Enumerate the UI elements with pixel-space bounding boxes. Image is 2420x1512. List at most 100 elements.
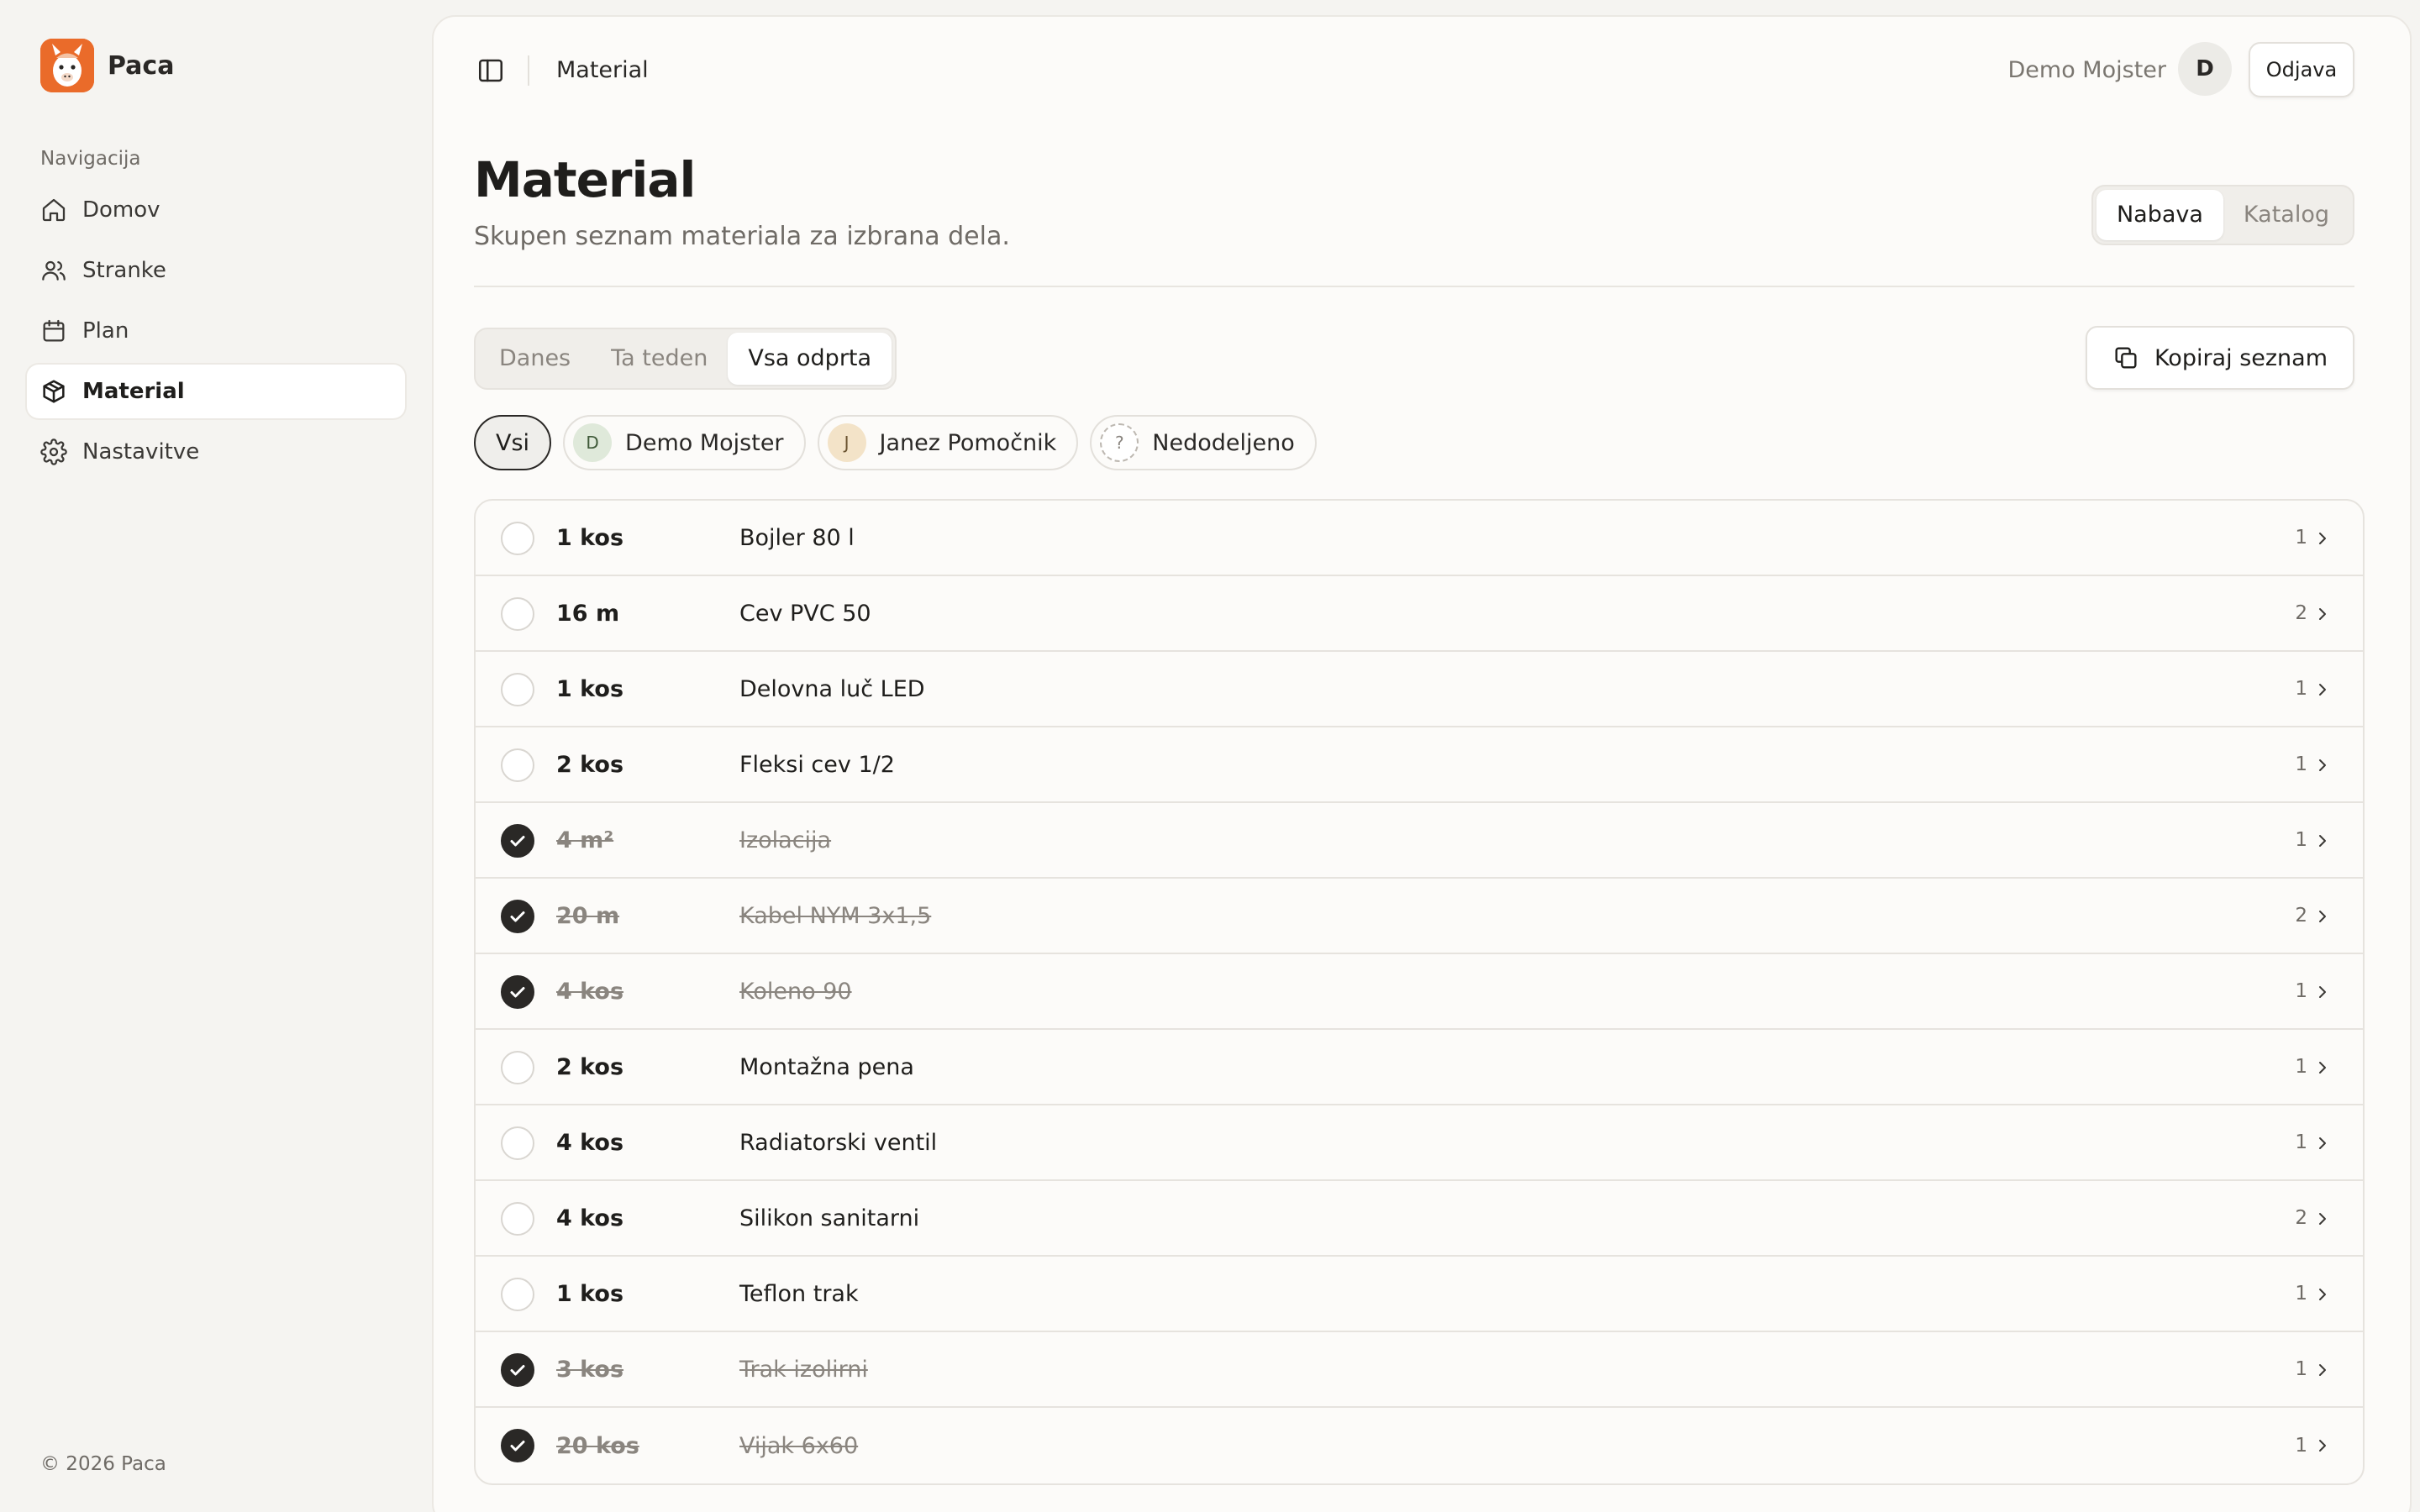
chip-avatar: ?	[1100, 423, 1139, 462]
sidebar-item-domov[interactable]: Domov	[27, 183, 405, 237]
list-item[interactable]: 20 m Kabel NYM 3x1,5 2	[476, 879, 2363, 954]
chevron-right-icon	[2319, 533, 2326, 544]
chip-avatar: J	[827, 423, 866, 462]
brand-name: Paca	[108, 50, 175, 81]
item-job-count: 1	[2295, 980, 2307, 1002]
package-icon	[43, 380, 65, 403]
avatar[interactable]: D	[2178, 42, 2232, 96]
list-item[interactable]: 4 kos Koleno 90 1	[476, 954, 2363, 1030]
list-item[interactable]: 20 kos Vijak 6x60 1	[476, 1408, 2363, 1483]
item-quantity: 20 kos	[556, 1432, 639, 1459]
copy-list-button[interactable]: Kopiraj seznam	[2085, 326, 2354, 390]
brand[interactable]: Paca	[40, 39, 174, 92]
list-item[interactable]: 3 kos Trak izolirni 1	[476, 1332, 2363, 1408]
chip-avatar: D	[573, 423, 613, 462]
item-checkbox[interactable]	[501, 1202, 534, 1236]
chevron-right-icon	[2319, 1364, 2326, 1376]
item-checkbox[interactable]	[501, 1051, 534, 1084]
material-list: 1 kos Bojler 80 l 1 16 m Cev PVC 50 2 1 kos Del…	[474, 499, 2365, 1485]
list-item[interactable]: 16 m Cev PVC 50 2	[476, 576, 2363, 652]
sidebar-toggle-icon[interactable]	[476, 55, 506, 86]
item-checkbox[interactable]	[501, 597, 534, 631]
chevron-right-icon	[2319, 986, 2326, 998]
logout-button[interactable]: Odjava	[2249, 42, 2354, 97]
list-item[interactable]: 1 kos Bojler 80 l 1	[476, 501, 2363, 576]
item-job-count: 1	[2295, 527, 2307, 549]
llama-logo-icon	[40, 39, 94, 92]
item-job-count: 2	[2295, 1207, 2307, 1229]
chevron-right-icon	[2319, 1062, 2326, 1074]
tab-ta-teden[interactable]: Ta teden	[591, 333, 728, 385]
item-quantity: 4 kos	[556, 1205, 624, 1231]
tab-nabava[interactable]: Nabava	[2096, 190, 2223, 240]
chevron-right-icon	[2319, 608, 2326, 620]
chevron-right-icon	[2319, 911, 2326, 922]
list-item[interactable]: 4 m² Izolacija 1	[476, 803, 2363, 879]
tab-katalog[interactable]: Katalog	[2223, 190, 2349, 240]
check-icon	[510, 987, 525, 998]
list-item[interactable]: 2 kos Fleksi cev 1/2 1	[476, 727, 2363, 803]
chip-demo-mojster[interactable]: D Demo Mojster	[563, 415, 806, 470]
chip-label: Nedodeljeno	[1152, 429, 1295, 456]
item-checkbox[interactable]	[501, 1126, 534, 1160]
item-job-count: 1	[2295, 1056, 2307, 1078]
chip-janez-pomocnik[interactable]: J Janez Pomočnik	[817, 415, 1079, 470]
list-item[interactable]: 1 kos Teflon trak 1	[476, 1257, 2363, 1332]
home-icon	[42, 198, 66, 222]
chevron-right-icon	[2319, 835, 2326, 847]
item-checkbox[interactable]	[501, 824, 534, 858]
item-job-count: 1	[2295, 1283, 2307, 1305]
item-checkbox[interactable]	[501, 900, 534, 933]
sidebar-item-label: Stranke	[82, 258, 166, 283]
list-item[interactable]: 4 kos Silikon sanitarni 2	[476, 1181, 2363, 1257]
sidebar: Paca Navigacija Domov Stranke Plan Mater…	[0, 0, 429, 1512]
item-checkbox[interactable]	[501, 1429, 534, 1462]
sidebar-item-plan[interactable]: Plan	[27, 304, 405, 358]
item-checkbox[interactable]	[501, 748, 534, 782]
item-name: Montažna pena	[739, 1053, 914, 1080]
page-title: Material	[474, 151, 696, 208]
check-icon	[510, 911, 525, 922]
chip-nedodeljeno[interactable]: ? Nedodeljeno	[1090, 415, 1317, 470]
sidebar-item-label: Domov	[82, 197, 160, 223]
tab-vsa-odprta[interactable]: Vsa odprta	[728, 333, 892, 385]
item-name: Silikon sanitarni	[739, 1205, 920, 1231]
list-item[interactable]: 1 kos Delovna luč LED 1	[476, 652, 2363, 727]
list-item[interactable]: 2 kos Montažna pena 1	[476, 1030, 2363, 1105]
item-checkbox[interactable]	[501, 1278, 534, 1311]
item-quantity: 4 m²	[556, 827, 614, 853]
tab-danes[interactable]: Danes	[479, 333, 591, 385]
sidebar-item-label: Plan	[82, 318, 129, 344]
item-quantity: 2 kos	[556, 1053, 624, 1080]
topbar-divider	[528, 55, 529, 86]
item-name: Vijak 6x60	[739, 1432, 859, 1459]
item-name: Fleksi cev 1/2	[739, 751, 895, 778]
item-checkbox[interactable]	[501, 673, 534, 706]
gear-icon	[40, 438, 67, 465]
item-name: Radiatorski ventil	[739, 1129, 938, 1156]
sidebar-item-label: Material	[82, 379, 185, 404]
copy-icon	[2115, 347, 2137, 369]
page-subtitle: Skupen seznam materiala za izbrana dela.	[474, 222, 1010, 251]
sidebar-item-stranke[interactable]: Stranke	[27, 244, 405, 297]
item-quantity: 4 kos	[556, 1129, 624, 1156]
copy-list-label: Kopiraj seznam	[2154, 344, 2328, 371]
item-quantity: 20 m	[556, 902, 620, 929]
chip-vsi[interactable]: Vsi	[474, 415, 552, 470]
item-name: Bojler 80 l	[739, 524, 855, 551]
sidebar-item-label: Nastavitve	[82, 439, 200, 465]
sidebar-item-material[interactable]: Material	[27, 365, 405, 418]
chevron-right-icon	[2319, 1137, 2326, 1149]
chevron-right-icon	[2319, 1289, 2326, 1300]
item-checkbox[interactable]	[501, 1353, 534, 1387]
sidebar-item-nastavitve[interactable]: Nastavitve	[27, 425, 405, 479]
item-name: Izolacija	[739, 827, 832, 853]
list-item[interactable]: 4 kos Radiatorski ventil 1	[476, 1105, 2363, 1181]
item-quantity: 1 kos	[556, 1280, 624, 1307]
chip-label: Demo Mojster	[625, 429, 784, 456]
period-filter: Danes Ta teden Vsa odprta	[474, 328, 897, 390]
item-checkbox[interactable]	[501, 522, 534, 555]
item-checkbox[interactable]	[501, 975, 534, 1009]
chip-label: Vsi	[496, 429, 530, 456]
item-job-count: 1	[2295, 829, 2307, 851]
